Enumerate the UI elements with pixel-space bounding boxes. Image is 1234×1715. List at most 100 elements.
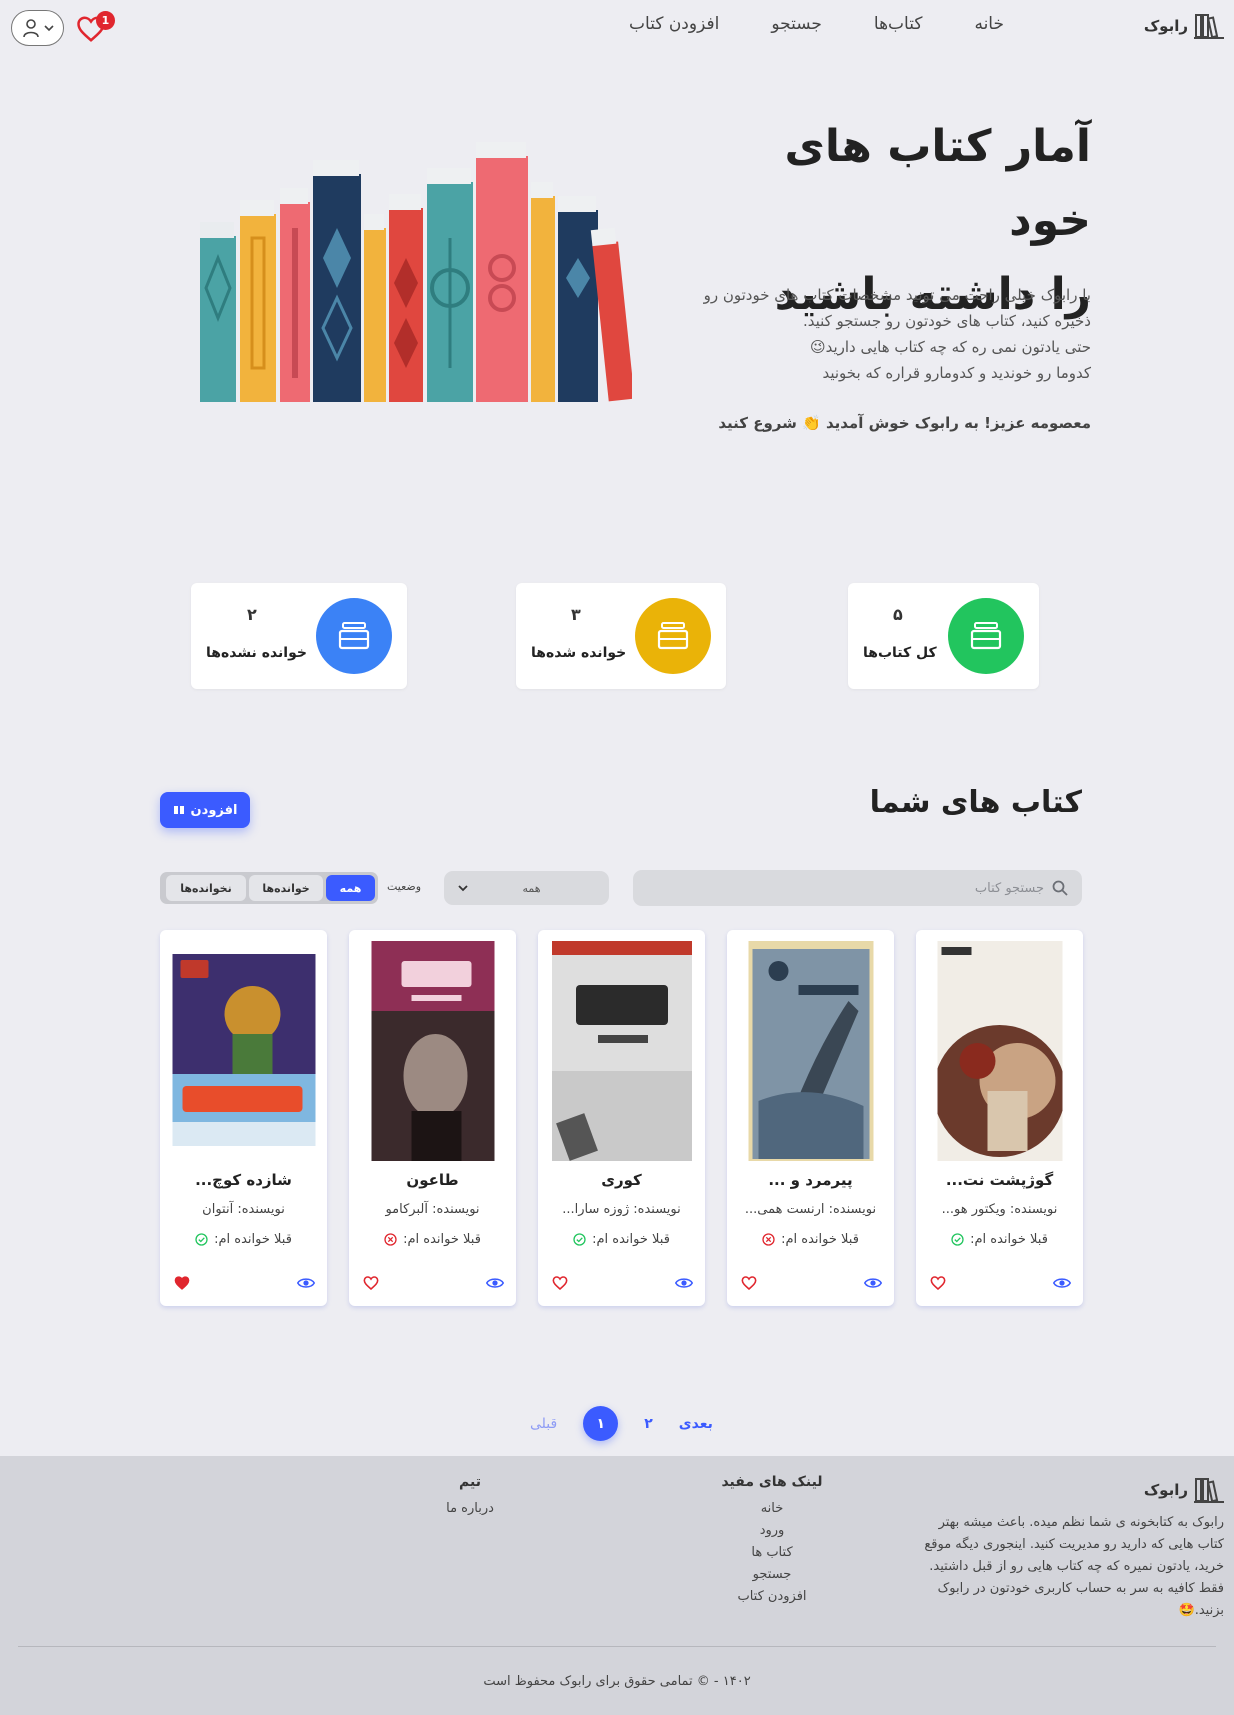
book-card[interactable]: کوری نویسنده: ژوزه سارا... قبلا خوانده ا… [538, 930, 705, 1306]
hero-desc-line-4: کدوما رو خوندید و کدومارو قراره که بخونی… [822, 364, 1091, 382]
favorite-heart-icon[interactable] [363, 1275, 379, 1291]
hero-desc-line-1: با رابوک خیلی راحت می تونید مشخصات کتاب … [703, 286, 1091, 304]
book-cover [371, 941, 494, 1161]
book-cover [748, 941, 873, 1161]
footer-link-search[interactable]: جستجو [753, 1566, 792, 1584]
segment-all[interactable]: همه [326, 875, 375, 901]
book-author: نویسنده: آنتوان [202, 1202, 285, 1217]
read-status-segmented-control: همه خوانده‌ها نخوانده‌ها [160, 872, 378, 904]
footer-divider [18, 1646, 1216, 1647]
favorite-heart-icon[interactable] [930, 1275, 946, 1291]
add-book-icon [173, 806, 184, 814]
read-status-label: قبلا خوانده ام: [214, 1232, 292, 1247]
footer-link-about[interactable]: درباره ما [446, 1500, 494, 1518]
chevron-down-icon [458, 885, 468, 892]
stat-read-label: خوانده شده‌ها [531, 645, 627, 661]
pagination: قبلی ۱ ۲ بعدی [530, 1406, 713, 1441]
book-title: کوری [601, 1171, 642, 1189]
chevron-down-icon [43, 25, 54, 32]
footer-team-title: تیم [459, 1474, 481, 1490]
favorite-heart-icon[interactable] [552, 1275, 568, 1291]
read-status-label: قبلا خوانده ام: [970, 1232, 1048, 1247]
book-card[interactable]: شازده کوچ... نویسنده: آنتوان قبلا خوانده… [160, 930, 327, 1306]
add-book-button[interactable]: افزودن [160, 792, 250, 828]
read-status: قبلا خوانده ام: [916, 1232, 1083, 1247]
not-read-x-icon [762, 1233, 775, 1246]
footer-description: رابوک به کتابخونه ی شما نظم میده. باعث م… [924, 1515, 1224, 1618]
search-input[interactable] [664, 880, 1044, 896]
hero-desc-line-2: ذخیره کنید، کتاب های خودتون رو جستجو کنی… [802, 312, 1091, 330]
pagination-page-1[interactable]: ۱ [583, 1406, 619, 1441]
book-card[interactable]: طاعون نویسنده: آلبرکامو قبلا خوانده ام: [349, 930, 516, 1306]
filter-select-value: همه [522, 881, 541, 895]
nav-link-home[interactable]: خانه [974, 14, 1004, 34]
user-menu-button[interactable] [11, 10, 64, 46]
bookshelf-icon [1194, 1478, 1224, 1503]
book-card[interactable]: گوژپشت نت... نویسنده: ویکتور هو... قبلا … [916, 930, 1083, 1306]
view-eye-icon[interactable] [1053, 1275, 1071, 1291]
footer-link-login[interactable]: ورود [760, 1522, 785, 1540]
bookshelf-icon [1194, 14, 1224, 39]
read-status-label: قبلا خوانده ام: [592, 1232, 670, 1247]
favorite-heart-icon[interactable] [741, 1275, 757, 1291]
stat-unread-value: ۲ [247, 605, 257, 624]
read-status: قبلا خوانده ام: [349, 1232, 516, 1247]
footer-brand[interactable]: رابوک [1144, 1476, 1224, 1504]
footer-link-books[interactable]: کتاب ها [751, 1544, 792, 1562]
books-illustration [200, 142, 632, 402]
footer-team: تیم درباره ما [420, 1474, 520, 1518]
book-cover [172, 954, 315, 1146]
read-status: قبلا خوانده ام: [727, 1232, 894, 1247]
welcome-message: معصومه عزیز! به رابوک خوش آمدید 👏 شروع ک… [718, 414, 1091, 432]
nav-link-add-book[interactable]: افزودن کتاب [629, 14, 719, 34]
view-eye-icon[interactable] [864, 1275, 882, 1291]
box-icon [970, 622, 1002, 650]
search-icon [1052, 880, 1068, 896]
nav-link-search[interactable]: جستجو [771, 14, 822, 34]
pagination-page-2[interactable]: ۲ [644, 1416, 653, 1432]
book-author: نویسنده: ویکتور هو... [941, 1202, 1058, 1217]
search-bar[interactable] [633, 870, 1082, 906]
stat-total-icon [948, 598, 1024, 674]
view-eye-icon[interactable] [297, 1275, 315, 1291]
nav-links: خانه کتاب‌ها جستجو افزودن کتاب [629, 14, 1004, 34]
footer-copyright: ۱۴۰۲ - © تمامی حقوق برای رابوک محفوظ است [483, 1674, 751, 1689]
stat-total-label: کل کتاب‌ها [863, 645, 937, 661]
stat-total-books: ۵ کل کتاب‌ها [848, 583, 1039, 689]
book-card[interactable]: پیرمرد و ... نویسنده: ارنست همی... قبلا … [727, 930, 894, 1306]
read-check-icon [951, 1233, 964, 1246]
wishlist-count-badge: 1 [96, 11, 115, 30]
box-icon [657, 622, 689, 650]
brand-logo[interactable]: رابوک [1144, 12, 1224, 40]
favorite-heart-filled-icon[interactable] [174, 1275, 190, 1291]
pagination-next[interactable]: بعدی [679, 1416, 713, 1432]
footer-links-title: لینک های مفید [721, 1474, 823, 1490]
view-eye-icon[interactable] [675, 1275, 693, 1291]
hero-desc-line-3: حتی یادتون نمی ره که چه کتاب هایی دارید😉 [809, 338, 1091, 356]
book-cover [551, 941, 692, 1161]
stat-read-books: ۳ خوانده شده‌ها [516, 583, 726, 689]
segment-unread[interactable]: نخوانده‌ها [166, 875, 246, 901]
box-icon [338, 622, 370, 650]
segment-read[interactable]: خوانده‌ها [249, 875, 323, 901]
view-eye-icon[interactable] [486, 1275, 504, 1291]
pagination-prev[interactable]: قبلی [530, 1416, 557, 1432]
book-title: شازده کوچ... [195, 1171, 292, 1189]
footer-link-add-book[interactable]: افزودن کتاب [737, 1588, 806, 1606]
footer-useful-links: لینک های مفید خانه ورود کتاب ها جستجو اف… [712, 1474, 832, 1606]
book-title: پیرمرد و ... [768, 1171, 853, 1189]
read-status-label: قبلا خوانده ام: [781, 1232, 859, 1247]
footer-link-home[interactable]: خانه [761, 1500, 784, 1518]
stat-unread-books: ۲ خوانده نشده‌ها [191, 583, 407, 689]
brand-name: رابوک [1143, 17, 1188, 35]
stat-unread-icon [316, 598, 392, 674]
navbar: رابوک خانه کتاب‌ها جستجو افزودن کتاب 1 [0, 0, 1234, 56]
stat-unread-label: خوانده نشده‌ها [206, 645, 307, 661]
filter-select[interactable]: همه [444, 871, 609, 905]
user-icon [22, 19, 39, 38]
read-status: قبلا خوانده ام: [160, 1232, 327, 1247]
hero-description: با رابوک خیلی راحت می تونید مشخصات کتاب … [651, 282, 1091, 386]
nav-link-books[interactable]: کتاب‌ها [874, 14, 923, 34]
stat-total-value: ۵ [893, 605, 903, 624]
status-label: وضعیت [387, 880, 422, 893]
